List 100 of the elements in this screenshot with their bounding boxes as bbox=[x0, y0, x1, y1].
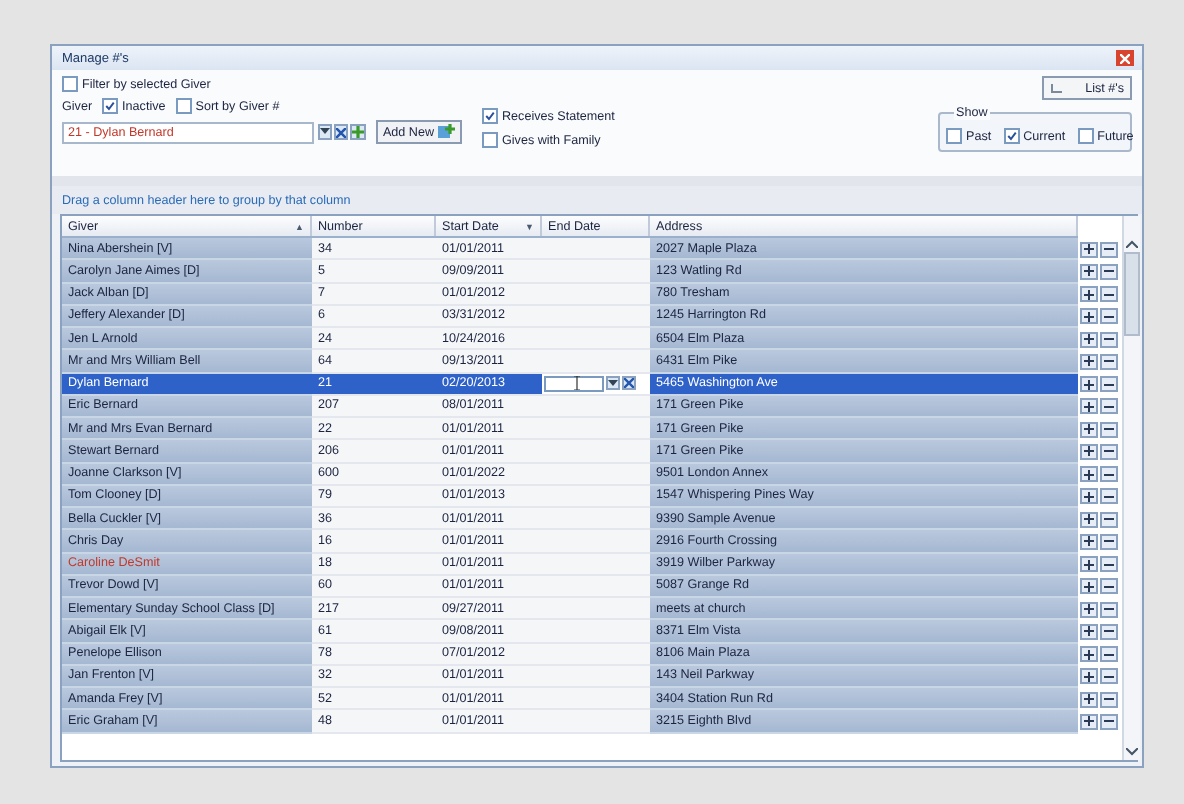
plus-button[interactable] bbox=[1080, 241, 1098, 258]
add-button[interactable] bbox=[350, 124, 367, 140]
minus-button[interactable] bbox=[1100, 286, 1118, 303]
plus-icon bbox=[1084, 491, 1094, 502]
minus-button[interactable] bbox=[1100, 601, 1118, 618]
end-date-cell bbox=[542, 710, 650, 733]
plus-icon bbox=[1084, 334, 1094, 345]
end-date-cell bbox=[542, 418, 650, 441]
caret-icon bbox=[608, 379, 618, 388]
scrollbar[interactable] bbox=[1122, 216, 1140, 760]
plus-button[interactable] bbox=[1080, 646, 1098, 663]
plus-icon bbox=[1084, 694, 1094, 705]
minus-button[interactable] bbox=[1100, 443, 1118, 460]
end-date-cell bbox=[542, 260, 650, 283]
minus-button[interactable] bbox=[1100, 668, 1118, 685]
minus-button[interactable] bbox=[1100, 691, 1118, 708]
minus-button[interactable] bbox=[1100, 241, 1118, 258]
plus-button[interactable] bbox=[1080, 308, 1098, 325]
end-date-cell bbox=[542, 238, 650, 261]
dropdown-button[interactable] bbox=[606, 376, 620, 391]
minus-button[interactable] bbox=[1100, 623, 1118, 640]
check-icon bbox=[104, 100, 117, 112]
check-icon bbox=[1005, 130, 1018, 142]
plus-icon bbox=[1084, 266, 1094, 277]
scroll-down-icon[interactable] bbox=[1126, 748, 1138, 756]
plus-button[interactable] bbox=[1080, 511, 1098, 528]
minus-button[interactable] bbox=[1100, 376, 1118, 393]
plus-icon bbox=[1084, 604, 1094, 615]
plus-icon bbox=[1084, 244, 1094, 255]
end-date-cell bbox=[542, 575, 650, 598]
plus-icon bbox=[1084, 716, 1094, 727]
check-icon bbox=[484, 110, 496, 122]
plus-button[interactable] bbox=[1080, 601, 1098, 618]
date-input-field[interactable] bbox=[544, 375, 604, 392]
plus-button[interactable] bbox=[1080, 421, 1098, 438]
plus-button[interactable] bbox=[1080, 556, 1098, 573]
plus-icon bbox=[1084, 289, 1094, 300]
plus-button[interactable] bbox=[1080, 691, 1098, 708]
plus-button[interactable] bbox=[1080, 668, 1098, 685]
plus-icon bbox=[352, 126, 365, 138]
minus-button[interactable] bbox=[1100, 421, 1118, 438]
plus-button[interactable] bbox=[1080, 466, 1098, 483]
add-icon bbox=[438, 124, 457, 140]
minus-button[interactable] bbox=[1100, 466, 1118, 483]
plus-icon bbox=[1084, 469, 1094, 480]
end-date-cell bbox=[542, 553, 650, 576]
plus-button[interactable] bbox=[1080, 398, 1098, 415]
close-icon bbox=[336, 127, 347, 137]
plus-button[interactable] bbox=[1080, 578, 1098, 595]
plus-icon bbox=[1084, 671, 1094, 682]
plus-button[interactable] bbox=[1080, 263, 1098, 280]
plus-icon bbox=[1084, 401, 1094, 412]
end-date-cell bbox=[542, 508, 650, 531]
plus-icon bbox=[1084, 424, 1094, 435]
minus-button[interactable] bbox=[1100, 511, 1118, 528]
plus-button[interactable] bbox=[1080, 623, 1098, 640]
minus-button[interactable] bbox=[1100, 713, 1118, 730]
close-button[interactable] bbox=[1116, 50, 1134, 66]
end-date-cell bbox=[542, 485, 650, 508]
plus-button[interactable] bbox=[1080, 488, 1098, 505]
plus-button[interactable] bbox=[1080, 443, 1098, 460]
end-date-cell bbox=[542, 440, 650, 463]
plus-button[interactable] bbox=[1080, 353, 1098, 370]
minus-button[interactable] bbox=[1100, 578, 1118, 595]
plus-icon bbox=[1084, 649, 1094, 660]
plus-icon bbox=[1084, 446, 1094, 457]
end-date-cell bbox=[542, 463, 650, 486]
plus-icon bbox=[1084, 514, 1094, 525]
end-date-cell bbox=[542, 350, 650, 373]
plus-button[interactable] bbox=[1080, 376, 1098, 393]
minus-button[interactable] bbox=[1100, 308, 1118, 325]
end-date-cell bbox=[542, 395, 650, 418]
dropdown-button[interactable] bbox=[317, 124, 333, 140]
end-date-cell bbox=[542, 620, 650, 643]
scroll-thumb[interactable] bbox=[1124, 252, 1140, 336]
plus-button[interactable] bbox=[1080, 533, 1098, 550]
plus-icon bbox=[1084, 581, 1094, 592]
scroll-up-icon[interactable] bbox=[1126, 240, 1138, 248]
clear-button[interactable] bbox=[334, 124, 349, 140]
plus-button[interactable] bbox=[1080, 713, 1098, 730]
minus-button[interactable] bbox=[1100, 353, 1118, 370]
minus-button[interactable] bbox=[1100, 331, 1118, 348]
minus-button[interactable] bbox=[1100, 398, 1118, 415]
minus-button[interactable] bbox=[1100, 488, 1118, 505]
plus-icon bbox=[1084, 626, 1094, 637]
clear-button[interactable] bbox=[622, 376, 636, 391]
minus-button[interactable] bbox=[1100, 263, 1118, 280]
plus-icon bbox=[1084, 311, 1094, 322]
minus-button[interactable] bbox=[1100, 556, 1118, 573]
plus-button[interactable] bbox=[1080, 286, 1098, 303]
minus-button[interactable] bbox=[1100, 646, 1118, 663]
end-date-cell bbox=[542, 283, 650, 306]
plus-icon bbox=[1084, 379, 1094, 390]
text-cursor-icon bbox=[574, 376, 580, 391]
minus-button[interactable] bbox=[1100, 533, 1118, 550]
plus-button[interactable] bbox=[1080, 331, 1098, 348]
plus-icon bbox=[1084, 559, 1094, 570]
close-icon bbox=[1120, 53, 1130, 63]
end-date-cell bbox=[542, 305, 650, 328]
plus-icon bbox=[1084, 536, 1094, 547]
